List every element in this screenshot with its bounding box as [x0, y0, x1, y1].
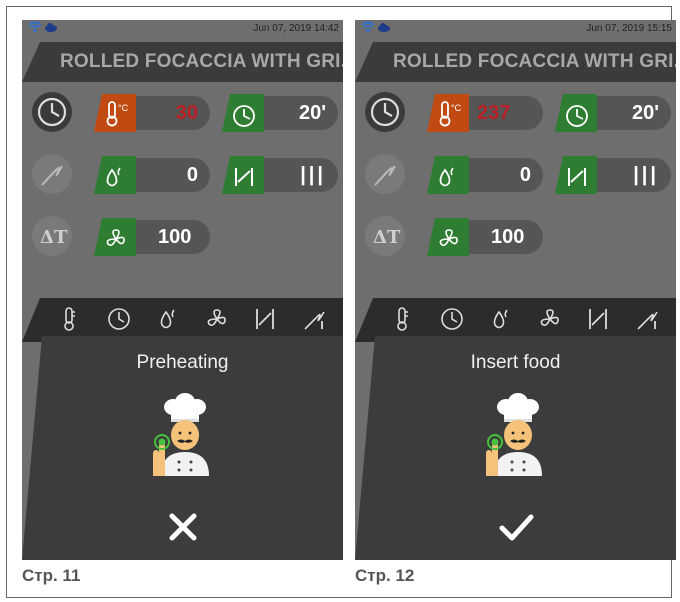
clock-mode-button[interactable] — [32, 92, 72, 132]
status-message: Preheating — [136, 352, 229, 373]
fan-icon — [427, 218, 469, 256]
thermometer-tab-icon[interactable] — [389, 306, 415, 332]
clock-tab-icon[interactable] — [106, 306, 132, 332]
status-panel: Insert food — [355, 336, 676, 560]
cloud-icon — [45, 23, 57, 32]
damper-tab-icon[interactable] — [252, 306, 278, 332]
time-value: 20' — [298, 102, 326, 124]
probe-tab-icon[interactable] — [302, 306, 328, 332]
probe-icon — [374, 165, 396, 186]
fan-value: 100 — [491, 226, 525, 248]
timer-icon — [555, 94, 597, 132]
parameter-tabs — [355, 298, 676, 342]
fan-tab-icon[interactable] — [537, 306, 563, 332]
damper-icon — [555, 156, 597, 194]
recipe-title: ROLLED FOCACCIA WITH GRI... — [60, 51, 343, 72]
thermometer-icon: °C — [94, 94, 136, 132]
svg-text:°C: °C — [118, 103, 129, 113]
chef-icon — [153, 393, 209, 476]
oven-screen-2: Jun 07, 2019 15:15 ROLLED FOCACCIA WITH … — [355, 20, 676, 560]
humidity-value: 0 — [186, 164, 198, 186]
wifi-icon — [361, 21, 375, 33]
probe-mode-button[interactable] — [32, 154, 72, 194]
status-bar: Jun 07, 2019 14:42 — [22, 20, 343, 38]
temperature-value: 30 — [175, 102, 198, 124]
delta-t-icon: ΔT — [40, 227, 68, 248]
fan-icon — [94, 218, 136, 256]
datetime: Jun 07, 2019 15:15 — [586, 23, 672, 34]
clock-icon — [370, 97, 400, 127]
damper-icon — [222, 156, 264, 194]
humidity-icon — [427, 156, 469, 194]
cloud-icon — [378, 23, 390, 32]
timer-icon — [222, 94, 264, 132]
status-message: Insert food — [470, 352, 561, 373]
parameter-tabs — [22, 298, 343, 342]
clock-mode-button[interactable] — [365, 92, 405, 132]
probe-icon — [41, 165, 63, 186]
fan-tab-icon[interactable] — [204, 306, 230, 332]
clock-icon — [37, 97, 67, 127]
svg-text:ΔT: ΔT — [373, 227, 401, 248]
thermometer-icon: °C — [427, 94, 469, 132]
close-icon[interactable] — [162, 506, 204, 548]
svg-text:°C: °C — [451, 103, 462, 113]
check-icon[interactable] — [495, 506, 537, 548]
oven-screen-1: Jun 07, 2019 14:42 ROLLED FOCACCIA WITH … — [22, 20, 343, 560]
humidity-tab-icon[interactable] — [489, 306, 515, 332]
datetime: Jun 07, 2019 14:42 — [253, 23, 339, 34]
humidity-tab-icon[interactable] — [156, 306, 182, 332]
fan-value: 100 — [158, 226, 192, 248]
page-caption: Стр. 12 — [355, 566, 415, 585]
status-bar: Jun 07, 2019 15:15 — [355, 20, 676, 38]
humidity-icon — [94, 156, 136, 194]
humidity-value: 0 — [519, 164, 531, 186]
clock-tab-icon[interactable] — [439, 306, 465, 332]
recipe-title: ROLLED FOCACCIA WITH GRI... — [393, 51, 676, 72]
time-value: 20' — [631, 102, 659, 124]
delta-t-icon: ΔT — [373, 227, 401, 248]
wifi-icon — [28, 21, 42, 33]
damper-tab-icon[interactable] — [585, 306, 611, 332]
damper-value: ||| — [633, 164, 659, 186]
chef-icon — [486, 393, 542, 476]
recipe-title-bar[interactable]: ROLLED FOCACCIA WITH GRI... — [355, 42, 676, 82]
delta-t-mode-button[interactable]: ΔT — [365, 216, 405, 256]
probe-mode-button[interactable] — [365, 154, 405, 194]
status-panel: Preheating — [22, 336, 343, 560]
svg-text:ΔT: ΔT — [40, 227, 68, 248]
page-caption: Стр. 11 — [22, 566, 81, 585]
probe-tab-icon[interactable] — [635, 306, 661, 332]
damper-value: ||| — [300, 164, 326, 186]
delta-t-mode-button[interactable]: ΔT — [32, 216, 72, 256]
recipe-title-bar[interactable]: ROLLED FOCACCIA WITH GRI... — [22, 42, 343, 82]
thermometer-tab-icon[interactable] — [56, 306, 82, 332]
temperature-value: 237 — [477, 102, 511, 124]
